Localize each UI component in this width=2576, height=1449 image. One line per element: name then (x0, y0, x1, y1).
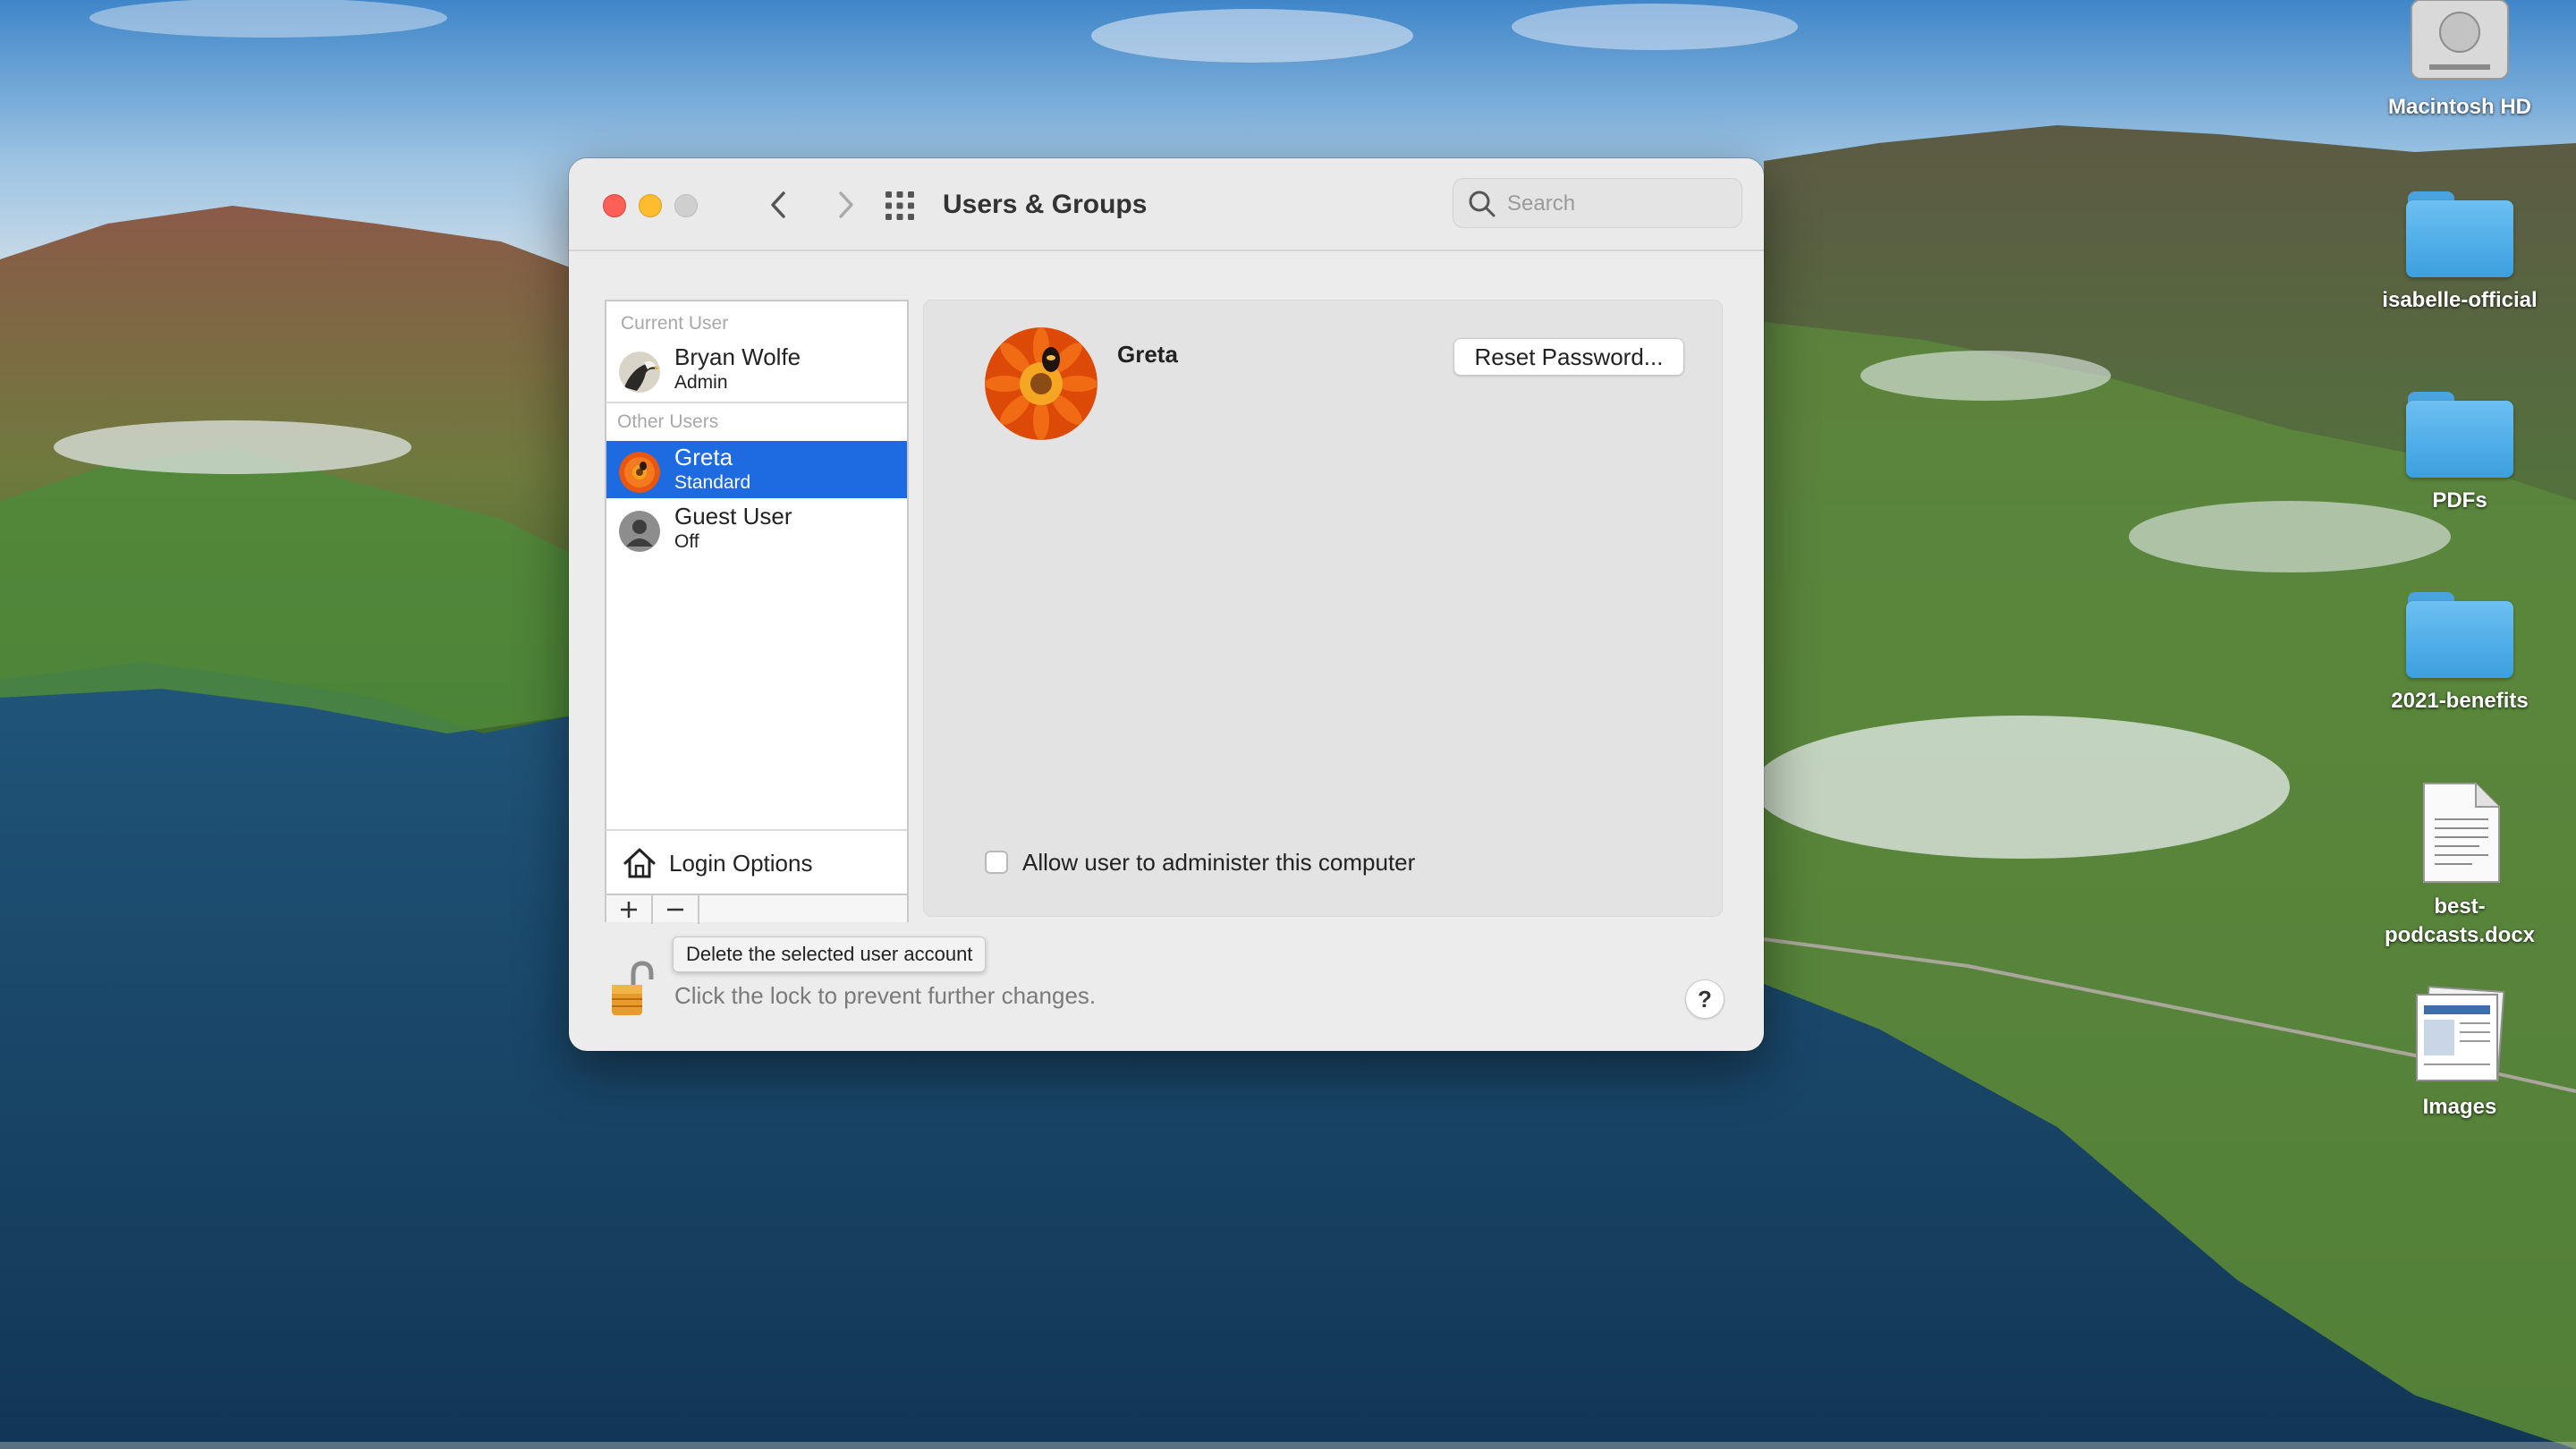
dock-edge (0, 1442, 2576, 1449)
minimize-button[interactable] (639, 194, 662, 217)
hard-drive-icon (2411, 0, 2509, 80)
user-name: Greta (674, 444, 733, 470)
minus-icon (667, 908, 683, 911)
lock-message: Click the lock to prevent further change… (674, 982, 1097, 1009)
allow-admin-checkbox[interactable] (985, 851, 1008, 874)
login-options-item[interactable]: Login Options (606, 829, 907, 894)
selected-user-name: Greta (1117, 341, 1178, 368)
add-user-button[interactable] (606, 895, 653, 924)
tooltip: Delete the selected user account (673, 936, 987, 972)
plus-icon (621, 902, 637, 918)
window-title: Users & Groups (943, 190, 1148, 219)
user-list: Current User Bryan Wolfe Admin Other Use… (605, 300, 909, 924)
show-all-grid-icon[interactable] (884, 190, 916, 222)
user-name: Bryan Wolfe (674, 343, 801, 370)
user-role: Standard (674, 472, 751, 493)
current-user-header: Current User (621, 313, 729, 334)
close-button[interactable] (603, 194, 626, 217)
folder-icon (2406, 592, 2513, 678)
desktop-icon-pdfs[interactable]: PDFs (2352, 392, 2567, 515)
desktop-icon-isabelle-official[interactable]: isabelle-official (2352, 191, 2567, 315)
lock-open-icon[interactable] (610, 960, 655, 1017)
document-icon (2423, 783, 2500, 883)
remove-user-button[interactable] (653, 895, 699, 924)
desktop-icon-label: isabelle-official (2382, 288, 2538, 312)
users-groups-window: Users & Groups Current User Bryan Wolfe … (569, 158, 1764, 1051)
user-detail-panel: Greta Reset Password... Allow user to ad… (923, 300, 1723, 917)
zoom-button[interactable] (674, 194, 698, 217)
folder-icon (2406, 392, 2513, 478)
desktop-icon-best-podcasts[interactable]: best-podcasts.docx (2352, 782, 2567, 950)
reset-password-button[interactable]: Reset Password... (1453, 338, 1684, 376)
search-icon (1469, 191, 1496, 217)
user-role: Off (674, 531, 699, 552)
guest-avatar-icon (619, 511, 660, 552)
list-toolbar (606, 894, 907, 924)
eagle-avatar (619, 352, 660, 393)
user-role: Admin (674, 372, 728, 393)
desktop-icon-label: PDFs (2432, 488, 2487, 513)
allow-admin-checkbox-row[interactable]: Allow user to administer this computer (985, 848, 1415, 877)
login-options-label: Login Options (669, 850, 813, 877)
forward-button[interactable] (828, 187, 864, 223)
search-field[interactable] (1453, 178, 1742, 228)
folder-icon (2406, 191, 2513, 277)
list-divider (606, 402, 907, 403)
user-row-guest-user[interactable]: Guest User Off (606, 500, 907, 557)
chevron-right-icon (839, 191, 853, 218)
chevron-left-icon (771, 191, 785, 218)
flower-avatar (619, 452, 660, 493)
desktop-icon-label: Images (2422, 1095, 2497, 1119)
user-row-greta[interactable]: Greta Standard (606, 441, 907, 498)
user-row-bryan-wolfe[interactable]: Bryan Wolfe Admin (606, 341, 907, 398)
desktop-icon-macintosh-hd[interactable]: Macintosh HD (2352, 0, 2567, 122)
desktop-icon-images[interactable]: Images (2352, 986, 2567, 1122)
other-users-header: Other Users (617, 411, 719, 432)
house-icon (623, 848, 656, 878)
desktop-icon-label: Macintosh HD (2387, 95, 2531, 119)
desktop-icon-label: best-podcasts.docx (2384, 894, 2536, 947)
help-button[interactable]: ? (1685, 979, 1724, 1019)
search-input[interactable] (1507, 188, 1731, 220)
desktop-icon-label: 2021-benefits (2391, 689, 2529, 713)
allow-admin-label: Allow user to administer this computer (1022, 849, 1416, 876)
window-toolbar: Users & Groups (569, 158, 1764, 251)
user-picture[interactable] (985, 327, 1097, 440)
user-name: Guest User (674, 503, 792, 530)
desktop-icon-2021-benefits[interactable]: 2021-benefits (2352, 592, 2567, 716)
back-button[interactable] (760, 187, 796, 223)
image-stack-icon (2416, 986, 2505, 1081)
